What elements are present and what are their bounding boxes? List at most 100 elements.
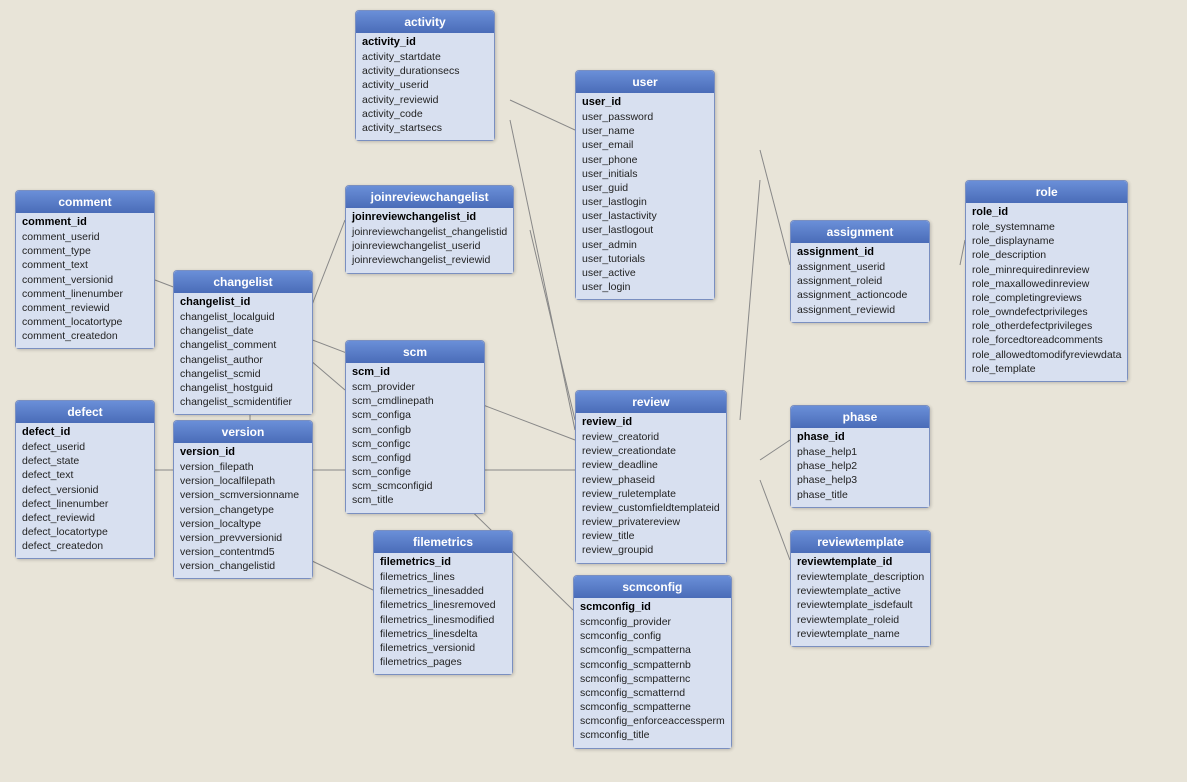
- table-pk-reviewtemplate: reviewtemplate_id: [797, 556, 924, 568]
- table-field: scmconfig_scmpatternb: [580, 658, 725, 672]
- table-field: version_contentmd5: [180, 545, 306, 559]
- table-pk-defect: defect_id: [22, 426, 148, 438]
- table-field: scm_cmdlinepath: [352, 394, 478, 408]
- table-field: review_groupid: [582, 543, 720, 557]
- table-field: role_displayname: [972, 234, 1121, 248]
- table-field: defect_reviewid: [22, 511, 148, 525]
- table-header-scmconfig: scmconfig: [574, 576, 731, 598]
- table-field: activity_startsecs: [362, 121, 488, 135]
- table-field: user_lastlogout: [582, 223, 708, 237]
- table-field: user_email: [582, 138, 708, 152]
- table-field: activity_reviewid: [362, 93, 488, 107]
- table-field: version_changelistid: [180, 559, 306, 573]
- table-field: user_name: [582, 124, 708, 138]
- table-field: scm_configc: [352, 437, 478, 451]
- table-field: version_changetype: [180, 503, 306, 517]
- table-header-role: role: [966, 181, 1127, 203]
- table-field: review_customfieldtemplateid: [582, 501, 720, 515]
- table-body-scm: scm_idscm_providerscm_cmdlinepathscm_con…: [346, 363, 484, 513]
- table-field: reviewtemplate_description: [797, 570, 924, 584]
- table-field: role_template: [972, 362, 1121, 376]
- table-pk-comment: comment_id: [22, 216, 148, 228]
- table-body-user: user_iduser_passworduser_nameuser_emailu…: [576, 93, 714, 299]
- table-body-version: version_id version_filepathversion_localf…: [174, 443, 312, 578]
- table-body-assignment: assignment_idassignment_useridassignment…: [791, 243, 929, 322]
- table-header-reviewtemplate: reviewtemplate: [791, 531, 930, 553]
- table-field: version_localfilepath: [180, 474, 306, 488]
- table-field: scm_provider: [352, 380, 478, 394]
- table-field: role_completingreviews: [972, 291, 1121, 305]
- table-field: scm_configa: [352, 408, 478, 422]
- table-field: defect_text: [22, 468, 148, 482]
- table-pk-review: review_id: [582, 416, 720, 428]
- table-field: review_title: [582, 529, 720, 543]
- table-field: defect_state: [22, 454, 148, 468]
- table-field: changelist_scmidentifier: [180, 395, 306, 409]
- table-body-comment: comment_idcomment_useridcomment_typecomm…: [16, 213, 154, 348]
- table-pk-scm: scm_id: [352, 366, 478, 378]
- erd-diagram: activityactivity_idactivity_startdateact…: [0, 0, 1187, 782]
- table-review: reviewreview_idreview_creatoridreview_cr…: [575, 390, 727, 564]
- table-field: user_lastactivity: [582, 209, 708, 223]
- table-field: comment_reviewid: [22, 301, 148, 315]
- table-field: user_guid: [582, 181, 708, 195]
- table-field: role_owndefectprivileges: [972, 305, 1121, 319]
- table-joinreviewchangelist: joinreviewchangelistjoinreviewchangelist…: [345, 185, 514, 274]
- table-field: filemetrics_linesmodified: [380, 613, 506, 627]
- table-body-defect: defect_iddefect_useriddefect_statedefect…: [16, 423, 154, 558]
- table-header-defect: defect: [16, 401, 154, 423]
- table-field: role_allowedtomodifyreviewdata: [972, 348, 1121, 362]
- table-field: review_creationdate: [582, 444, 720, 458]
- table-scmconfig: scmconfigscmconfig_idscmconfig_providers…: [573, 575, 732, 749]
- table-field: assignment_userid: [797, 260, 923, 274]
- table-field: user_tutorials: [582, 252, 708, 266]
- table-field: user_active: [582, 266, 708, 280]
- table-field: comment_versionid: [22, 273, 148, 287]
- table-header-review: review: [576, 391, 726, 413]
- table-header-activity: activity: [356, 11, 494, 33]
- table-field: scmconfig_enforceaccessperm: [580, 714, 725, 728]
- table-field: comment_type: [22, 244, 148, 258]
- table-field: assignment_actioncode: [797, 288, 923, 302]
- table-body-reviewtemplate: reviewtemplate_id reviewtemplate_descript…: [791, 553, 930, 646]
- table-pk-version: version_id: [180, 446, 306, 458]
- table-field: role_maxallowedinreview: [972, 277, 1121, 291]
- table-body-review: review_idreview_creatoridreview_creation…: [576, 413, 726, 563]
- table-comment: commentcomment_idcomment_useridcomment_t…: [15, 190, 155, 349]
- table-field: comment_linenumber: [22, 287, 148, 301]
- table-field: comment_userid: [22, 230, 148, 244]
- table-field: review_privatereview: [582, 515, 720, 529]
- table-phase: phasephase_idphase_help1phase_help2phase…: [790, 405, 930, 508]
- table-field: scm_title: [352, 493, 478, 507]
- table-field: filemetrics_linesadded: [380, 584, 506, 598]
- table-field: comment_text: [22, 258, 148, 272]
- table-field: changelist_hostguid: [180, 381, 306, 395]
- table-pk-assignment: assignment_id: [797, 246, 923, 258]
- table-field: role_description: [972, 248, 1121, 262]
- table-field: changelist_localguid: [180, 310, 306, 324]
- table-field: version_scmversionname: [180, 488, 306, 502]
- table-field: comment_locatortype: [22, 315, 148, 329]
- table-field: review_ruletemplate: [582, 487, 720, 501]
- table-field: role_minrequiredinreview: [972, 263, 1121, 277]
- table-pk-activity: activity_id: [362, 36, 488, 48]
- table-field: phase_help1: [797, 445, 923, 459]
- table-field: defect_linenumber: [22, 497, 148, 511]
- table-field: version_filepath: [180, 460, 306, 474]
- table-field: defect_createdon: [22, 539, 148, 553]
- table-field: user_admin: [582, 238, 708, 252]
- table-field: defect_locatortype: [22, 525, 148, 539]
- table-field: scmconfig_provider: [580, 615, 725, 629]
- table-field: reviewtemplate_roleid: [797, 613, 924, 627]
- table-field: phase_help2: [797, 459, 923, 473]
- table-field: assignment_roleid: [797, 274, 923, 288]
- table-body-scmconfig: scmconfig_idscmconfig_providerscmconfig_…: [574, 598, 731, 748]
- table-field: scmconfig_config: [580, 629, 725, 643]
- table-field: reviewtemplate_name: [797, 627, 924, 641]
- table-activity: activityactivity_idactivity_startdateact…: [355, 10, 495, 141]
- table-assignment: assignmentassignment_idassignment_userid…: [790, 220, 930, 323]
- table-header-joinreviewchangelist: joinreviewchangelist: [346, 186, 513, 208]
- table-field: reviewtemplate_isdefault: [797, 598, 924, 612]
- table-field: phase_help3: [797, 473, 923, 487]
- table-field: user_password: [582, 110, 708, 124]
